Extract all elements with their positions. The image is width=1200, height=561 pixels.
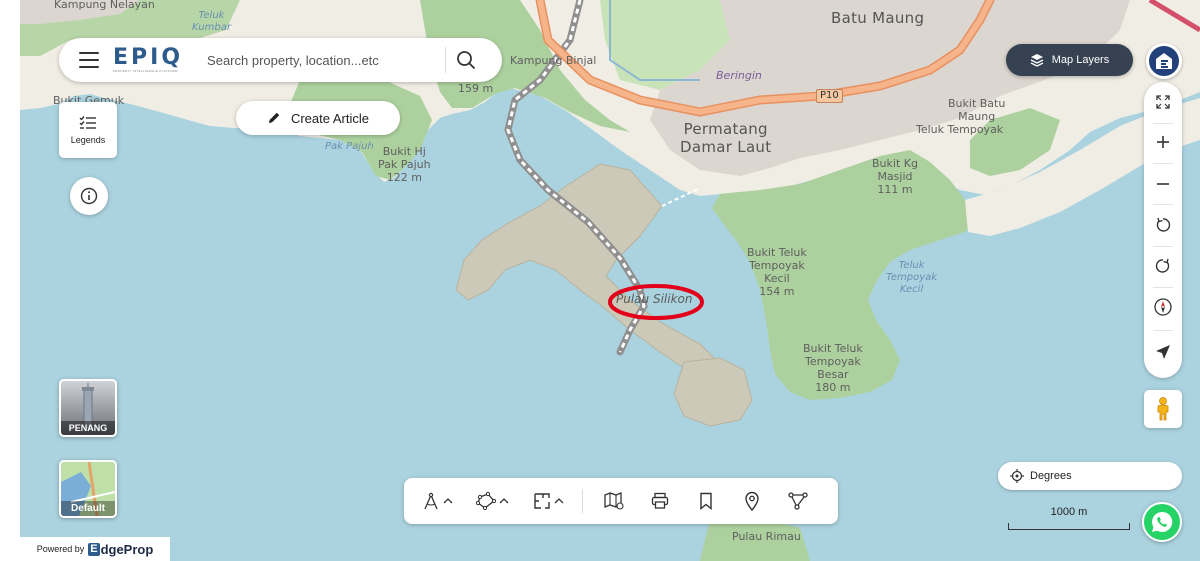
legends-button[interactable]: Legends: [59, 102, 117, 158]
label-bukit-159: 159 m: [458, 82, 494, 95]
rotate-left-button[interactable]: [1144, 206, 1182, 244]
info-button[interactable]: [70, 177, 108, 215]
bookmark-icon: [700, 492, 712, 510]
label-bukit-teluk-tempoyak-besar: Bukit Teluk Tempoyak Besar 180 m: [803, 342, 863, 394]
label-bukit-batu-maung: Bukit Batu Maung: [948, 97, 1006, 123]
brand-logo[interactable]: EPIQ PROPERTY INTELLIGENCE PLATFORM: [113, 45, 184, 74]
plus-icon: [1157, 136, 1169, 148]
compass-icon: [1154, 298, 1172, 316]
home-e-icon: [1156, 53, 1172, 69]
locate-me-button[interactable]: [1144, 333, 1182, 371]
checklist-icon: [79, 116, 96, 129]
label-bukit-kg-masjid: Bukit Kg Masjid 111 m: [872, 157, 918, 196]
penang-label: PENANG: [61, 421, 115, 435]
whatsapp-icon: [1152, 511, 1173, 532]
crosshair-icon: [1010, 469, 1024, 483]
coordinate-format-toggle[interactable]: Degrees: [998, 462, 1182, 490]
route-button[interactable]: [775, 478, 821, 524]
label-bukit-teluk-tempoyak-kecil: Bukit Teluk Tempoyak Kecil 154 m: [747, 246, 807, 298]
chevron-up-icon: [443, 498, 452, 504]
toolbar-separator: [582, 489, 583, 513]
rotate-right-button[interactable]: [1144, 247, 1182, 285]
default-label: Default: [61, 501, 115, 516]
pencil-icon: [268, 112, 280, 123]
label-teluk-kumbar: Teluk Kumbar: [192, 10, 231, 33]
chevron-up-icon: [554, 498, 563, 504]
label-kampung-binjal: Kampung Binjal: [510, 54, 597, 67]
create-article-button[interactable]: Create Article: [236, 101, 400, 135]
navigation-arrow-icon: [1156, 345, 1170, 359]
powered-by-footer: Powered by E dgeProp: [20, 537, 170, 561]
floorplan-icon: [533, 493, 550, 509]
location-pin-icon: [745, 491, 759, 511]
info-icon: [80, 187, 98, 205]
compass-divider-icon: [423, 492, 438, 510]
map-view-button[interactable]: [591, 478, 637, 524]
pin-location-button[interactable]: [729, 478, 775, 524]
penang-region-button[interactable]: PENANG: [59, 379, 117, 437]
zoom-in-button[interactable]: [1144, 123, 1182, 161]
create-article-label: Create Article: [290, 110, 370, 126]
rotate-ccw-icon: [1156, 217, 1171, 232]
menu-button[interactable]: [79, 52, 99, 68]
minus-icon: [1157, 183, 1169, 185]
chevron-up-icon: [499, 498, 508, 504]
brand-logo-text: EPIQ: [113, 45, 184, 70]
scale-bar: 1000 m: [1008, 505, 1130, 535]
polygon-icon: [475, 492, 496, 510]
route-icon: [788, 492, 808, 510]
edgeprop-logo-text: dgeProp: [100, 541, 154, 557]
default-basemap-button[interactable]: Default: [59, 460, 117, 518]
legends-label: Legends: [70, 135, 106, 145]
folded-map-icon: [604, 492, 624, 510]
floorplan-tool-button[interactable]: [522, 478, 574, 524]
hamburger-icon: [79, 52, 99, 54]
bookmark-button[interactable]: [683, 478, 729, 524]
powered-by-text: Powered by: [36, 544, 85, 554]
printer-icon: [651, 492, 669, 509]
layers-icon: [1030, 54, 1044, 67]
brand-home-button[interactable]: [1146, 43, 1182, 79]
label-pak-pajuh: Pak Pajuh: [325, 141, 374, 152]
edgeprop-logo-initial: E: [88, 542, 100, 556]
expand-icon: [1156, 95, 1170, 109]
label-batu-maung: Batu Maung: [831, 9, 925, 27]
whatsapp-button[interactable]: [1142, 502, 1182, 542]
search-input[interactable]: [207, 52, 438, 68]
drawing-toolbar: [404, 478, 838, 524]
label-bukit-hj-pak-pajuh: Bukit Hj Pak Pajuh 122 m: [378, 145, 431, 184]
edgeprop-logo[interactable]: E dgeProp: [88, 542, 153, 557]
label-teluk-tempoyak-kecil-water: Teluk Tempoyak Kecil: [886, 260, 938, 295]
label-teluk-tempoyak: Teluk Tempoyak: [916, 123, 1004, 136]
scale-bar-label: 1000 m: [1050, 506, 1088, 518]
label-beringin: Beringin: [716, 69, 762, 82]
fullscreen-button[interactable]: [1144, 83, 1182, 121]
map-controls-toolbar: [1144, 82, 1182, 378]
map-layers-label: Map Layers: [1051, 54, 1110, 66]
measure-tool-button[interactable]: [414, 478, 460, 524]
zoom-out-button[interactable]: [1144, 165, 1182, 203]
street-view-button[interactable]: [1144, 390, 1182, 428]
draw-polygon-button[interactable]: [466, 478, 518, 524]
label-kampung-nelayan: Kampung Nelayan: [54, 0, 155, 11]
pegman-icon: [1157, 397, 1169, 421]
compass-button[interactable]: [1144, 288, 1182, 326]
print-button[interactable]: [637, 478, 683, 524]
rotate-cw-icon: [1155, 258, 1170, 273]
search-icon: [457, 51, 475, 69]
degrees-label: Degrees: [1030, 470, 1072, 482]
label-permatang-damar-laut: Permatang Damar Laut: [680, 120, 772, 156]
search-bar: EPIQ PROPERTY INTELLIGENCE PLATFORM: [59, 38, 502, 82]
label-pulau-silikon: Pulau Silikon: [616, 292, 693, 306]
search-button[interactable]: [446, 40, 486, 80]
scale-bar-line: [1008, 523, 1130, 530]
brand-logo-tagline: PROPERTY INTELLIGENCE PLATFORM: [113, 69, 178, 73]
map-layers-button[interactable]: Map Layers: [1006, 44, 1133, 76]
label-road-p10: P10: [816, 89, 843, 103]
label-pulau-rimau: Pulau Rimau: [732, 530, 801, 543]
